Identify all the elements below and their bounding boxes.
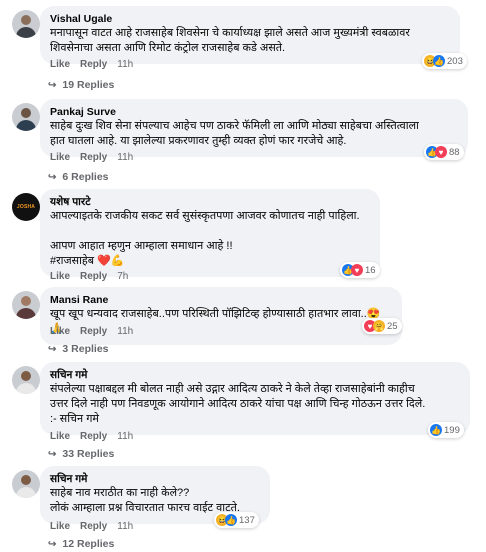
reaction-count: 16 [365,264,376,276]
like-button[interactable]: Like [50,326,70,337]
avatar[interactable] [12,366,40,394]
reaction-count: 199 [444,424,460,436]
comment-author[interactable]: यशेष पारटे [50,196,370,209]
avatar[interactable] [12,10,40,38]
avatar[interactable] [12,291,40,319]
comment-author[interactable]: सचिन गमे [50,473,260,486]
reaction-summary[interactable]: ♥ 🤗 25 [362,318,402,334]
reply-button[interactable]: Reply [80,431,107,442]
comment-author[interactable]: Vishal Ugale [50,13,450,26]
comment-actions: Like Reply 11h [50,521,133,532]
love-reaction-icon: ♥ [351,264,363,276]
avatar[interactable]: JOSHA [12,193,40,221]
comment-author[interactable]: Pankaj Surve [50,106,458,119]
care-reaction-icon: 🤗 [373,320,385,332]
avatar[interactable] [12,470,40,498]
comment-actions: Like Reply 11h [50,152,133,163]
reply-arrow-icon: ↪ [48,343,57,355]
view-replies-link[interactable]: ↪ 3 Replies [48,343,109,355]
reply-arrow-icon: ↪ [48,538,57,550]
comment-text: मनापासून वाटत आहे राजसाहेब शिवसेना चे का… [50,27,410,54]
comment-actions: Like Reply 7h [50,271,128,282]
comment-actions: Like Reply 11h [50,59,133,70]
timestamp[interactable]: 11h [117,59,133,70]
reaction-summary[interactable]: 👍 199 [428,422,464,438]
reaction-count: 137 [239,514,255,526]
replies-count: 19 Replies [62,79,115,91]
comment-text: संपलेल्या पक्षाबद्दल मी बोलत नाही असे उद… [50,383,426,425]
like-button[interactable]: Like [50,521,70,532]
comment-bubble: सचिन गमे संपलेल्या पक्षाबद्दल मी बोलत ना… [40,362,470,435]
reply-button[interactable]: Reply [80,152,107,163]
like-button[interactable]: Like [50,271,70,282]
view-replies-link[interactable]: ↪ 19 Replies [48,79,114,91]
replies-count: 33 Replies [62,448,115,460]
replies-count: 6 Replies [62,171,109,183]
reply-button[interactable]: Reply [80,59,107,70]
like-button[interactable]: Like [50,152,70,163]
reaction-count: 25 [387,320,398,332]
like-button[interactable]: Like [50,59,70,70]
avatar-logo-text: JOSHA [16,204,36,210]
reaction-summary[interactable]: 👍 ♥ 88 [424,144,464,160]
reply-button[interactable]: Reply [80,271,107,282]
reaction-summary[interactable]: 👍 ♥ 16 [340,262,380,278]
timestamp[interactable]: 7h [117,271,128,282]
avatar[interactable] [12,103,40,131]
reply-button[interactable]: Reply [80,521,107,532]
reaction-count: 88 [449,146,460,158]
reaction-count: 203 [447,55,463,67]
comment-author[interactable]: Mansi Rane [50,294,392,307]
comment-bubble: Pankaj Surve साहेब दुःख शिव सेना संपल्या… [40,99,468,157]
timestamp[interactable]: 11h [117,521,133,532]
replies-count: 3 Replies [62,343,109,355]
comment-bubble: यशेष पारटे आपल्याइतके राजकीय सकट सर्व सु… [40,189,380,277]
view-replies-link[interactable]: ↪ 12 Replies [48,538,114,550]
timestamp[interactable]: 11h [117,152,133,163]
comment-text: आपल्याइतके राजकीय सकट सर्व सुसंस्कृतपणा … [50,210,360,252]
like-reaction-icon: 👍 [225,514,237,526]
reaction-summary[interactable]: 😆 👍 203 [422,53,467,69]
timestamp[interactable]: 11h [117,431,133,442]
love-reaction-icon: ♥ [435,146,447,158]
like-button[interactable]: Like [50,431,70,442]
view-replies-link[interactable]: ↪ 6 Replies [48,171,109,183]
reaction-summary[interactable]: 😆 👍 137 [214,512,259,528]
comment-actions: Like Reply 11h [50,326,133,337]
replies-count: 12 Replies [62,538,115,550]
reply-arrow-icon: ↪ [48,171,57,183]
reply-button[interactable]: Reply [80,326,107,337]
reply-arrow-icon: ↪ [48,79,57,91]
reply-arrow-icon: ↪ [48,448,57,460]
view-replies-link[interactable]: ↪ 33 Replies [48,448,114,460]
comment-bubble: Vishal Ugale मनापासून वाटत आहे राजसाहेब … [40,6,460,64]
timestamp[interactable]: 11h [117,326,133,337]
comment-author[interactable]: सचिन गमे [50,369,460,382]
hashtag[interactable]: #राजसाहेब ❤️💪 [50,254,370,269]
like-reaction-icon: 👍 [433,55,445,67]
comment-text: साहेब दुःख शिव सेना संपल्याच आहेच पण ठाक… [50,120,419,147]
comment-actions: Like Reply 11h [50,431,133,442]
like-reaction-icon: 👍 [430,424,442,436]
